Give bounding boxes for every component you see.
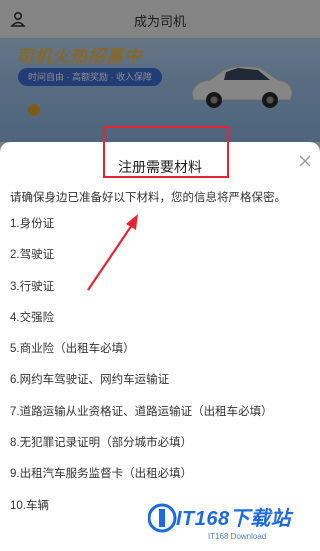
watermark-text: IT168下载站 xyxy=(176,508,292,530)
annotation-box xyxy=(103,126,229,178)
list-item: 2.驾驶证 xyxy=(10,249,55,262)
list-item: 5.商业险（出租车必填） xyxy=(10,343,135,356)
watermark: IT168下载站 IT168 Download xyxy=(148,496,316,548)
sheet-intro: 请确保身边已准备好以下材料，您的信息将严格保密。 xyxy=(10,192,286,204)
list-item: 6.网约车驾驶证、网约车运输证 xyxy=(10,374,170,387)
list-item: 3.行驶证 xyxy=(10,280,55,293)
list-item: 8.无犯罪记录证明（部分城市必填） xyxy=(10,437,193,450)
close-icon[interactable] xyxy=(298,154,312,168)
watermark-logo-icon xyxy=(148,503,177,533)
dim-overlay[interactable] xyxy=(0,0,320,142)
list-item: 4.交强险 xyxy=(10,311,55,324)
list-item: 9.出租汽车服务监督卡（出租必填） xyxy=(10,468,193,481)
list-item: 1.身份证 xyxy=(10,218,55,230)
materials-sheet: 注册需要材料 请确保身边已准备好以下材料，您的信息将严格保密。 1.身份证 2.… xyxy=(0,142,320,551)
materials-list: 1.身份证 2.驾驶证 3.行驶证 4.交强险 5.商业险（出租车必填） 6.网… xyxy=(10,214,310,527)
list-item: 7.道路运输从业资格证、道路运输证（出租车必填） xyxy=(10,405,273,418)
annotation-arrow xyxy=(87,214,138,291)
watermark-subtext: IT168 Download xyxy=(208,532,267,541)
